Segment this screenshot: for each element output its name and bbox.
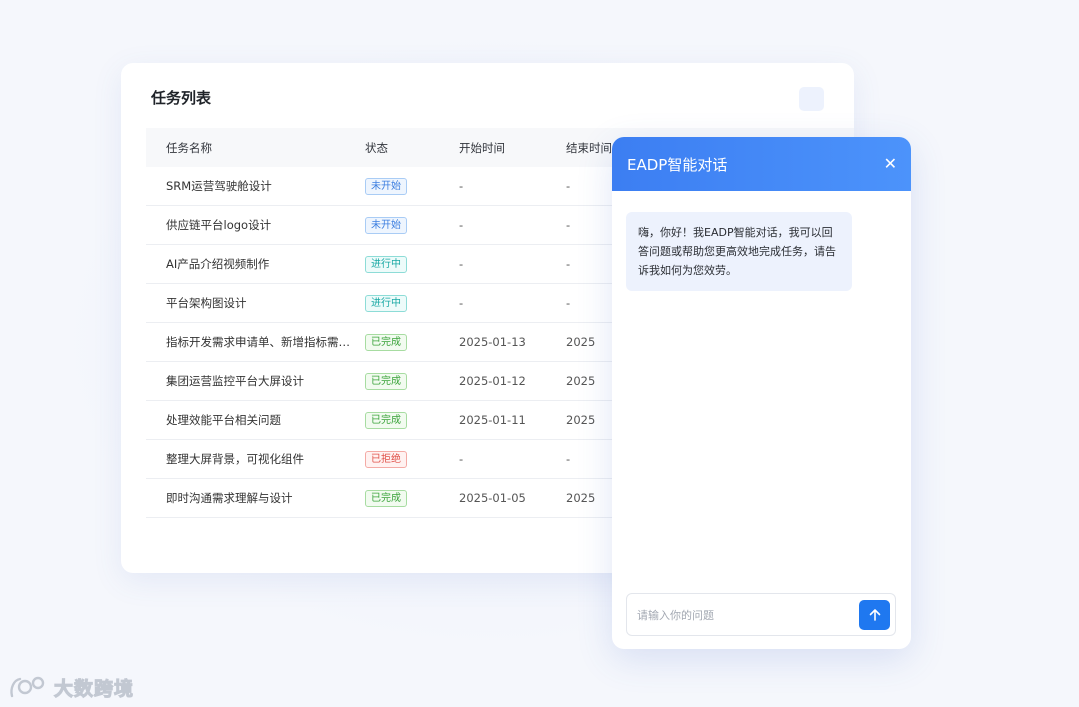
status-badge: 未开始 — [365, 177, 407, 195]
status-cell: 进行中 — [365, 255, 459, 273]
start-date: 2025-01-05 — [459, 491, 526, 505]
column-header-start[interactable]: 开始时间 — [459, 140, 566, 156]
brand-logo-icon — [10, 676, 45, 698]
card-action-button[interactable] — [799, 87, 824, 111]
status-badge: 已完成 — [365, 489, 407, 507]
status-cell: 未开始 — [365, 177, 459, 195]
status-badge: 已拒绝 — [365, 450, 407, 468]
task-name: 平台架构图设计 — [166, 296, 247, 310]
chat-header: EADP智能对话 ✕ — [612, 137, 911, 191]
task-name: AI产品介绍视频制作 — [166, 257, 270, 271]
task-name: 即时沟通需求理解与设计 — [166, 491, 293, 505]
assistant-message: 嗨，你好！我EADP智能对话，我可以回答问题或帮助您更高效地完成任务，请告诉我如… — [626, 212, 852, 291]
status-badge: 进行中 — [365, 255, 407, 273]
status-badge: 未开始 — [365, 216, 407, 234]
chat-input[interactable] — [637, 602, 847, 628]
start-date: 2025-01-11 — [459, 413, 526, 427]
status-badge: 已完成 — [365, 372, 407, 390]
start-date: 2025-01-13 — [459, 335, 526, 349]
start-date: - — [459, 257, 464, 271]
watermark: 大数跨境 — [8, 672, 134, 702]
watermark-text: 大数跨境 — [53, 677, 135, 700]
status-cell: 进行中 — [365, 294, 459, 312]
arrow-up-icon — [869, 609, 880, 621]
start-date: 2025-01-12 — [459, 374, 526, 388]
status-cell: 已完成 — [365, 489, 459, 507]
task-list-title: 任务列表 — [151, 89, 212, 107]
status-cell: 已完成 — [365, 411, 459, 429]
start-date: - — [459, 218, 464, 232]
status-cell: 已完成 — [365, 372, 459, 390]
status-cell: 未开始 — [365, 216, 459, 234]
task-name: SRM运营驾驶舱设计 — [166, 179, 272, 193]
status-cell: 已完成 — [365, 333, 459, 351]
chat-panel: EADP智能对话 ✕ 嗨，你好！我EADP智能对话，我可以回答问题或帮助您更高效… — [612, 137, 911, 649]
status-cell: 已拒绝 — [365, 450, 459, 468]
task-name: 整理大屏背景，可视化组件 — [166, 452, 304, 466]
start-date: - — [459, 452, 464, 466]
task-name: 处理效能平台相关问题 — [166, 413, 281, 427]
status-badge: 已完成 — [365, 411, 407, 429]
status-badge: 进行中 — [365, 294, 407, 312]
close-icon[interactable]: ✕ — [884, 156, 897, 172]
send-button[interactable] — [859, 600, 890, 630]
task-name: 供应链平台logo设计 — [166, 218, 272, 232]
chat-title: EADP智能对话 — [627, 155, 728, 174]
status-badge: 已完成 — [365, 333, 407, 351]
task-name: 指标开发需求申请单、新增指标需… — [166, 335, 350, 349]
column-header-status[interactable]: 状态 — [365, 140, 459, 156]
start-date: - — [459, 296, 464, 310]
chat-input-box — [626, 593, 896, 636]
column-header-name[interactable]: 任务名称 — [146, 140, 365, 156]
start-date: - — [459, 179, 464, 193]
task-name: 集团运营监控平台大屏设计 — [166, 374, 304, 388]
